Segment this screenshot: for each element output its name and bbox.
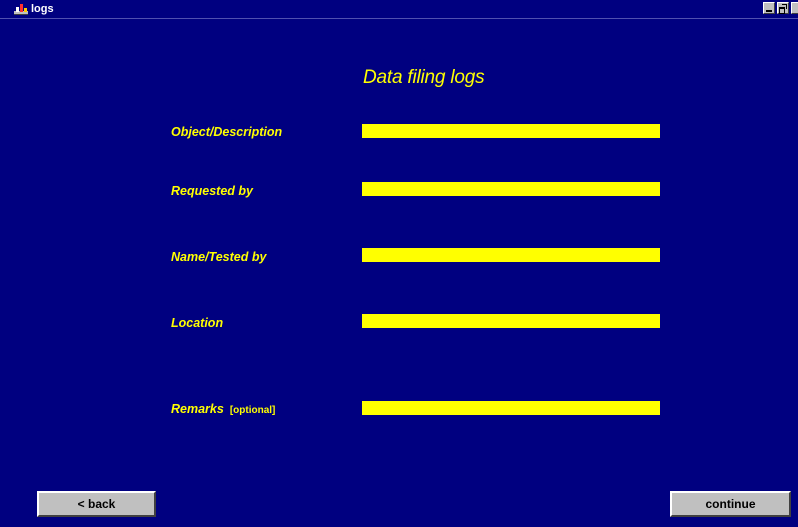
remarks-label: Remarks [optional] — [171, 401, 275, 419]
back-button[interactable]: < back — [37, 491, 156, 517]
object-description-field[interactable] — [362, 124, 660, 138]
location-field[interactable] — [362, 314, 660, 328]
minimize-icon[interactable] — [763, 2, 775, 14]
location-label: Location — [171, 315, 223, 331]
field-label-text: Object/Description — [171, 125, 283, 139]
requested-by-field[interactable] — [362, 182, 660, 196]
window-title: logs — [31, 3, 54, 15]
name-tested-by-label: Name/Tested by — [171, 249, 266, 265]
name-tested-by-field[interactable] — [362, 248, 660, 262]
remarks-field[interactable] — [362, 401, 660, 415]
field-label-text: Name/Tested by — [171, 250, 267, 264]
title-bar[interactable]: logs — [0, 0, 798, 19]
field-label-text: Requested by — [171, 184, 253, 198]
field-label-text: Location — [171, 316, 224, 330]
app-icon[interactable] — [13, 2, 29, 16]
form-heading: Data filing logs — [363, 67, 485, 88]
continue-button[interactable]: continue — [670, 491, 791, 517]
maximize-icon[interactable] — [777, 2, 789, 14]
close-icon[interactable] — [791, 2, 798, 14]
optional-note: [optional] — [229, 405, 276, 416]
logs-window: logs Data filing logs Object/Description… — [0, 0, 798, 527]
object-description-label: Object/Description — [171, 124, 282, 140]
requested-by-label: Requested by — [171, 183, 253, 199]
field-label-text: Remarks — [171, 402, 224, 416]
